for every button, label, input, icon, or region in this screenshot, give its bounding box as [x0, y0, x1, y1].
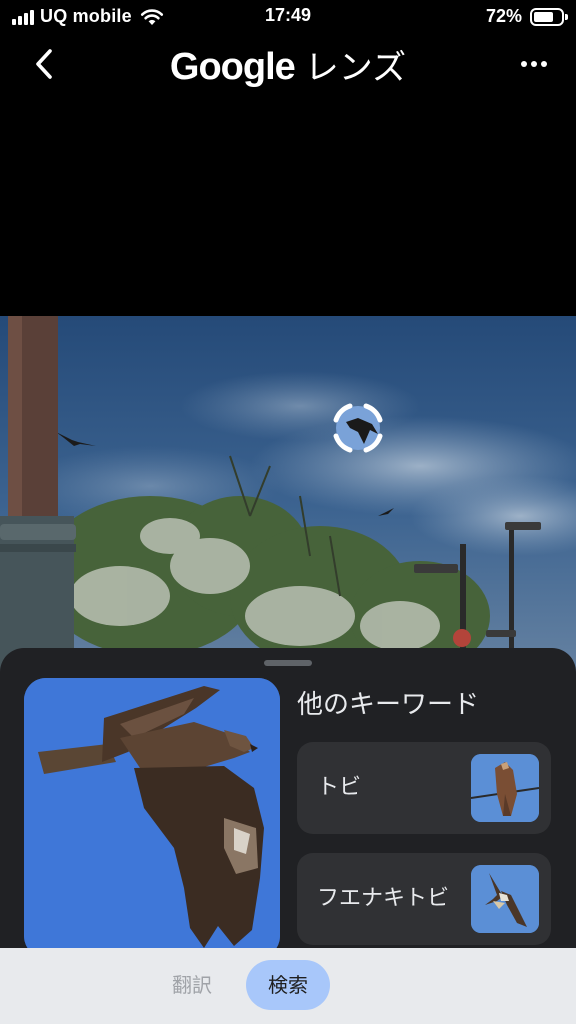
tab-search[interactable]: 検索 [246, 960, 330, 1010]
object-focus-ring[interactable] [328, 398, 388, 458]
battery-icon [530, 7, 568, 26]
keyword-chip-tobi[interactable]: トビ [297, 742, 551, 834]
more-dot [531, 61, 537, 67]
more-options-button[interactable] [514, 48, 554, 80]
tab-translate[interactable]: 翻訳 [150, 960, 234, 1010]
mode-tab-bar: 翻訳 検索 [0, 948, 576, 1024]
keywords-section-title: 他のキーワード [297, 690, 480, 720]
perched-kite-thumbnail [471, 754, 539, 822]
status-right: 72% [485, 6, 568, 27]
sheet-drag-handle[interactable] [264, 660, 312, 666]
battery-percentage: 72% [485, 6, 522, 26]
more-dot [541, 61, 547, 67]
status-bar: UQ mobile 17:49 72% [0, 0, 576, 34]
lens-title-text: レンズ [304, 48, 407, 88]
main-result-image[interactable] [24, 678, 280, 948]
captured-photo[interactable] [0, 316, 576, 696]
keyword-chip-fuenakitobi[interactable]: フエナキトビ [297, 853, 551, 945]
more-dot [521, 61, 527, 67]
app-header: Google レンズ [0, 34, 576, 98]
results-sheet[interactable]: 他のキーワード トビ フエナキトビ [0, 648, 576, 948]
page-title: Google レンズ [0, 40, 576, 89]
kite-photo [24, 678, 280, 948]
photo-scene [0, 316, 576, 696]
keyword-thumbnail [471, 865, 539, 933]
keyword-thumbnail [471, 754, 539, 822]
keyword-label: フエナキトビ [317, 886, 450, 911]
crop-corners-icon [333, 403, 383, 453]
flying-kite-thumbnail [471, 865, 539, 933]
google-logo-text: Google [169, 46, 296, 88]
keyword-label: トビ [317, 775, 362, 800]
